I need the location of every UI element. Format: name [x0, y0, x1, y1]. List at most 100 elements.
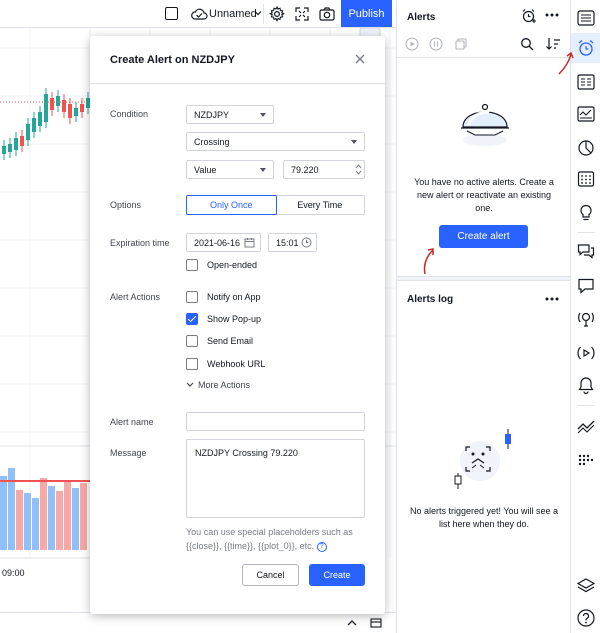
cloud-save-icon[interactable] — [190, 5, 208, 23]
message-textarea[interactable]: NZDJPY Crossing 79.220 — [186, 439, 365, 518]
calendar-icon[interactable] — [576, 169, 596, 189]
select-square-icon[interactable] — [165, 7, 178, 20]
condition-label: Condition — [110, 109, 149, 119]
notify-app-checkbox[interactable] — [186, 291, 198, 303]
broadcast-icon[interactable] — [576, 343, 596, 363]
layers-icon[interactable] — [576, 576, 596, 596]
copy-icon[interactable] — [454, 37, 468, 51]
webhook-url-checkbox[interactable] — [186, 358, 198, 370]
help-icon[interactable] — [576, 608, 596, 628]
volume-bar — [24, 493, 31, 550]
volume-bar — [80, 483, 87, 550]
notifications-bell-icon[interactable] — [576, 375, 596, 395]
candle-body — [38, 112, 42, 126]
expiration-date-value: 2021-06-16 — [194, 238, 241, 248]
show-popup-checkbox[interactable] — [186, 313, 198, 325]
toolbar-divider — [263, 4, 264, 24]
alert-name-label: Alert name — [110, 417, 154, 427]
options-label: Options — [110, 200, 142, 210]
chat-icon[interactable] — [576, 241, 596, 261]
price-input[interactable]: 79.220 — [283, 160, 365, 179]
every-time-option[interactable]: Every Time — [276, 196, 365, 214]
time-axis-label: 09:00 — [2, 568, 25, 578]
chevron-down-icon[interactable] — [253, 8, 263, 18]
gear-icon[interactable] — [268, 5, 286, 23]
candle-body — [2, 146, 6, 154]
clock-icon[interactable] — [301, 237, 312, 248]
more-horizontal-icon[interactable] — [545, 296, 559, 302]
symbol-value: NZDJPY — [194, 110, 230, 120]
sidebar-divider — [577, 232, 595, 233]
candle-body — [50, 98, 54, 110]
dialog-header: Create Alert on NZDJPY — [90, 36, 385, 84]
volume-bar — [40, 478, 47, 550]
calendar-icon[interactable] — [244, 237, 255, 248]
volume-bar — [48, 486, 55, 550]
alerts-panel: Alerts You have no active alerts. Create… — [396, 0, 571, 633]
search-icon[interactable] — [520, 37, 534, 51]
candle-body — [80, 104, 84, 112]
more-horizontal-icon[interactable] — [545, 12, 559, 18]
layout-name[interactable]: Unnamed — [209, 8, 257, 20]
candle-body — [26, 124, 30, 140]
pie-chart-icon[interactable] — [576, 138, 596, 158]
more-actions-toggle[interactable]: More Actions — [186, 380, 250, 390]
send-email-checkbox[interactable] — [186, 335, 198, 347]
sidebar-divider — [577, 405, 595, 406]
dropdown-arrow-icon — [260, 168, 266, 172]
trend-lines-icon[interactable] — [576, 416, 596, 436]
expiration-date-input[interactable]: 2021-06-16 — [186, 233, 261, 252]
watchlist-icon[interactable] — [576, 8, 596, 28]
candle-body — [32, 118, 36, 132]
close-icon[interactable] — [355, 54, 365, 64]
placeholder-hint: You can use special placeholders such as… — [186, 525, 365, 553]
show-popup-label: Show Pop-up — [207, 314, 262, 324]
pause-icon[interactable] — [429, 37, 443, 51]
create-button[interactable]: Create — [309, 564, 365, 586]
add-alert-icon[interactable] — [521, 8, 537, 24]
chevron-up-icon[interactable] — [346, 618, 358, 628]
alert-name-input[interactable] — [186, 412, 365, 431]
sort-icon[interactable] — [545, 37, 561, 51]
streams-icon[interactable] — [576, 309, 596, 329]
data-window-icon[interactable] — [576, 72, 596, 92]
target-select[interactable]: Value — [186, 160, 274, 179]
expiration-time-input[interactable]: 15:01 — [268, 233, 317, 252]
candle-body — [14, 138, 18, 150]
open-ended-label: Open-ended — [207, 260, 258, 270]
fullscreen-icon[interactable] — [293, 5, 311, 23]
play-icon[interactable] — [405, 37, 419, 51]
operator-select[interactable]: Crossing — [186, 132, 365, 151]
target-value: Value — [194, 165, 217, 175]
volume-bar — [72, 488, 79, 550]
dots-grid-icon[interactable] — [576, 449, 596, 469]
alarm-clock-icon[interactable] — [576, 38, 596, 58]
create-alert-button[interactable]: Create alert — [439, 225, 528, 248]
dropdown-arrow-icon — [260, 113, 266, 117]
trigger-frequency-toggle: Only Once Every Time — [186, 195, 365, 215]
volume-bar — [16, 490, 23, 550]
open-ended-checkbox[interactable] — [186, 259, 198, 271]
only-once-option[interactable]: Only Once — [186, 195, 277, 215]
idea-lightbulb-icon[interactable] — [576, 203, 596, 223]
expiration-time-value: 15:01 — [276, 238, 299, 248]
create-alert-dialog: Create Alert on NZDJPY Condition NZDJPY … — [90, 36, 385, 614]
publish-button[interactable]: Publish — [341, 0, 392, 27]
comment-icon[interactable] — [576, 276, 596, 296]
candle-body — [56, 96, 60, 106]
symbol-select[interactable]: NZDJPY — [186, 105, 274, 124]
help-icon[interactable]: ? — [316, 541, 327, 552]
hotlist-icon[interactable] — [576, 104, 596, 124]
alerts-log-title: Alerts log — [407, 294, 454, 305]
stepper-arrows-icon[interactable] — [355, 163, 362, 176]
camera-icon[interactable] — [318, 5, 336, 23]
volume-bar — [64, 480, 71, 550]
message-label: Message — [110, 448, 147, 458]
volume-bar — [32, 498, 39, 550]
maximize-panel-icon[interactable] — [370, 617, 382, 629]
no-alerts-message: You have no active alerts. Create a new … — [414, 177, 554, 213]
alert-actions-label: Alert Actions — [110, 292, 161, 302]
bottom-bar — [0, 612, 396, 633]
cancel-button[interactable]: Cancel — [242, 564, 299, 586]
dropdown-arrow-icon — [351, 140, 357, 144]
